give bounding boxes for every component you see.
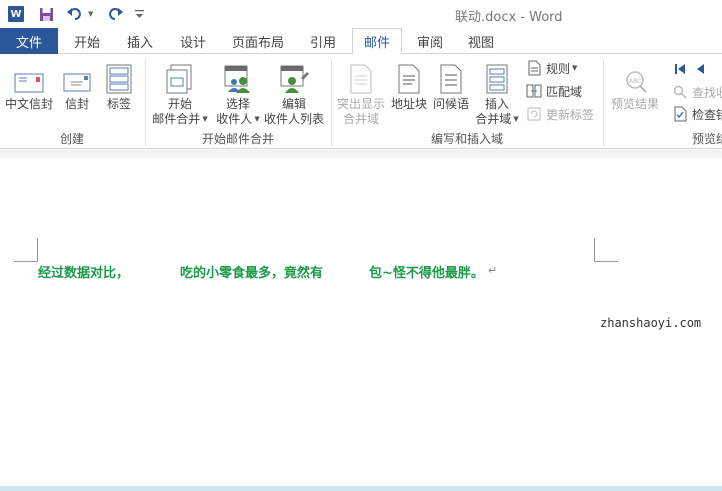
document-text-segment-3[interactable]: 包~怪不得他最胖。 — [369, 262, 484, 281]
rules-icon — [526, 60, 542, 76]
highlight-merge-fields-label-line1: 突出显示 — [336, 97, 385, 111]
watermark: zhanshaoyi.com — [600, 316, 702, 330]
select-recipients-button[interactable]: 选择 收件人 ▼ — [210, 60, 266, 127]
greeting-line-icon — [435, 60, 467, 94]
chinese-envelope-label: 中文信封 — [4, 97, 53, 111]
update-labels-label: 更新标签 — [546, 107, 595, 122]
find-recipient-label: 查找收 — [692, 85, 722, 100]
edit-recipient-list-label-line1: 编辑 — [281, 97, 306, 111]
group-divider — [603, 60, 604, 146]
greeting-line-button[interactable]: 问候语 — [430, 60, 472, 112]
insert-merge-field-label-line2: 合并域 — [475, 112, 512, 126]
find-icon — [672, 84, 688, 100]
tab-design[interactable]: 设计 — [170, 28, 216, 54]
group-label-write-insert-fields: 编写和插入域 — [430, 132, 503, 146]
select-recipients-label-line2: 收件人 — [216, 112, 253, 126]
tab-mailings[interactable]: 邮件 — [352, 28, 402, 55]
labels-button[interactable]: 标签 — [100, 60, 138, 112]
start-mail-merge-button[interactable]: 开始 邮件合并 ▼ — [150, 60, 210, 127]
highlight-merge-fields-button[interactable]: 突出显示 合并域 — [334, 60, 388, 127]
labels-label: 标签 — [106, 97, 131, 111]
check-errors-label: 检查错 — [692, 107, 722, 122]
preview-results-icon: ABC — [619, 60, 651, 94]
chevron-down-icon: ▼ — [254, 115, 260, 123]
previous-record-icon[interactable] — [692, 61, 708, 77]
tab-insert[interactable]: 插入 — [116, 28, 164, 54]
insert-merge-field-label-line1: 插入 — [484, 97, 509, 111]
chinese-envelope-button[interactable]: 中文信封 — [4, 60, 54, 112]
chevron-down-icon: ▼ — [572, 64, 578, 72]
window-title: 联动.docx - Word — [455, 10, 563, 25]
undo-dropdown-icon[interactable]: ▼ — [88, 10, 93, 18]
address-block-icon — [393, 60, 425, 94]
highlight-merge-fields-label-line2: 合并域 — [342, 112, 379, 126]
record-navigation — [672, 59, 712, 79]
group-label-create: 创建 — [59, 132, 84, 146]
update-labels-icon — [526, 106, 542, 122]
first-record-icon[interactable] — [672, 61, 688, 77]
tab-view[interactable]: 视图 — [458, 28, 504, 54]
start-mail-merge-icon — [164, 60, 196, 94]
start-mail-merge-label-line1: 开始 — [167, 97, 192, 111]
select-recipients-label-line1: 选择 — [225, 97, 250, 111]
chevron-down-icon: ▼ — [202, 115, 208, 123]
insert-merge-field-icon — [481, 60, 513, 94]
match-fields-label: 匹配域 — [546, 84, 583, 99]
word-logo-letter: W — [8, 6, 24, 22]
save-icon[interactable] — [36, 4, 56, 24]
redo-icon[interactable] — [104, 4, 126, 24]
tab-page-layout[interactable]: 页面布局 — [222, 28, 294, 54]
margin-corner-top-left — [14, 238, 38, 262]
document-text-segment-1[interactable]: 经过数据对比， — [38, 262, 129, 281]
check-errors-button[interactable]: 检查错 — [672, 104, 722, 124]
group-label-preview-results: 预览结 — [692, 132, 722, 146]
tab-file[interactable]: 文件 — [0, 28, 58, 54]
tab-references[interactable]: 引用 — [300, 28, 346, 54]
undo-icon[interactable] — [64, 4, 86, 24]
word-logo-icon[interactable]: W — [6, 4, 26, 24]
rules-button[interactable]: 规则 ▼ — [526, 58, 577, 78]
address-block-button[interactable]: 地址块 — [388, 60, 430, 112]
check-errors-icon — [672, 106, 688, 122]
envelope-button[interactable]: 信封 — [58, 60, 96, 112]
tab-review[interactable]: 审阅 — [408, 28, 452, 54]
envelope-icon — [13, 60, 45, 94]
group-label-start-mail-merge: 开始邮件合并 — [201, 132, 274, 146]
document-text-segment-2[interactable]: 吃的小零食最多，竟然有 — [180, 262, 323, 281]
preview-results-button[interactable]: ABC 预览结果 — [606, 60, 664, 112]
find-recipient-button[interactable]: 查找收 — [672, 82, 722, 102]
ribbon: 中文信封 信封 标签 创建 开始 邮件合并 ▼ 选择 收件人 ▼ 编辑 收件人列表 — [0, 54, 722, 149]
edit-recipient-list-button[interactable]: 编辑 收件人列表 — [262, 60, 326, 127]
select-recipients-icon — [222, 60, 254, 94]
margin-corner-top-right — [594, 238, 618, 262]
customize-toolbar-icon[interactable] — [132, 4, 146, 24]
insert-merge-field-button[interactable]: 插入 合并域 ▼ — [472, 60, 522, 127]
envelope-icon — [61, 60, 93, 94]
title-bar: W ▼ 联动.docx - Word — [0, 0, 722, 28]
greeting-line-label: 问候语 — [432, 97, 469, 111]
labels-icon — [103, 60, 135, 94]
start-mail-merge-label-line2: 邮件合并 — [152, 112, 201, 126]
match-fields-button[interactable]: 匹配域 — [526, 81, 582, 101]
bottom-strip — [0, 486, 722, 491]
address-block-label: 地址块 — [390, 97, 427, 111]
svg-text:ABC: ABC — [629, 78, 641, 85]
paragraph-mark: ↵ — [488, 264, 498, 277]
chevron-down-icon: ▼ — [513, 115, 519, 123]
rules-label: 规则 — [546, 61, 571, 76]
edit-recipient-list-label-line2: 收件人列表 — [263, 112, 324, 126]
envelope-label: 信封 — [64, 97, 89, 111]
tab-home[interactable]: 开始 — [64, 28, 110, 54]
match-fields-icon — [526, 83, 542, 99]
update-labels-button[interactable]: 更新标签 — [526, 104, 594, 124]
edit-recipient-list-icon — [278, 60, 310, 94]
preview-results-label: 预览结果 — [610, 97, 659, 111]
ribbon-tab-bar: 文件 开始 插入 设计 页面布局 引用 邮件 审阅 视图 — [0, 28, 722, 55]
highlight-merge-fields-icon — [345, 60, 377, 94]
